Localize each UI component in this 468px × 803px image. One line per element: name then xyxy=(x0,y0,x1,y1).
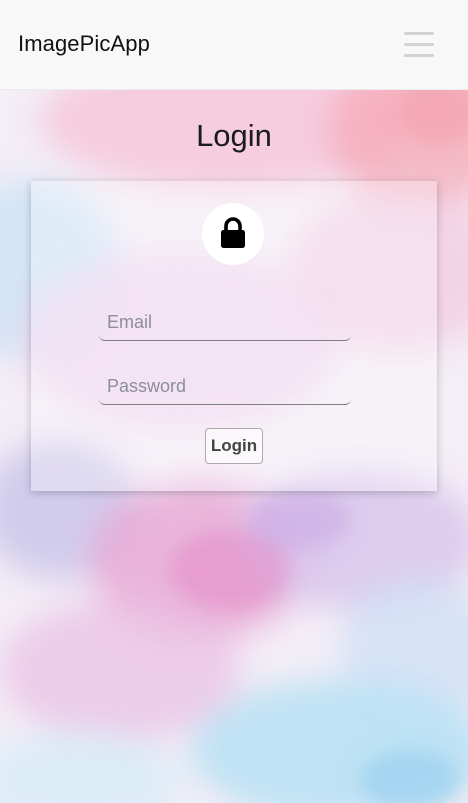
hamburger-menu-icon[interactable] xyxy=(396,26,442,64)
page-title: Login xyxy=(196,118,272,153)
email-field[interactable] xyxy=(99,305,351,341)
top-navbar: ImagePicApp xyxy=(0,0,468,90)
password-field[interactable] xyxy=(99,369,351,405)
brand-title[interactable]: ImagePicApp xyxy=(18,31,150,57)
login-button[interactable]: Login xyxy=(205,428,263,464)
lock-icon xyxy=(221,217,245,248)
login-card: Login xyxy=(31,181,437,491)
lock-avatar xyxy=(202,203,264,265)
